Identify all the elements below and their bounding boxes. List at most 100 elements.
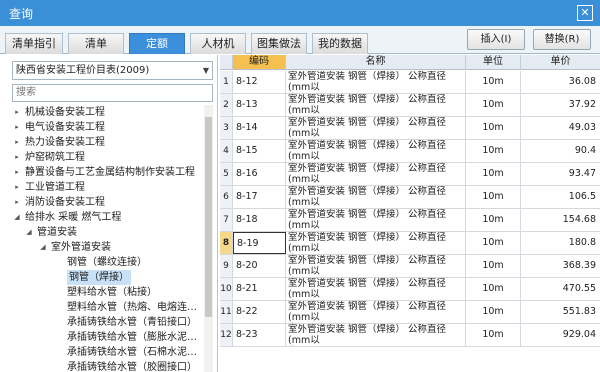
collapsed-arrow-icon[interactable]: ▸ bbox=[12, 165, 22, 180]
price-cell[interactable]: 551.83 bbox=[521, 301, 600, 323]
table-row[interactable]: 38-14室外管道安装 钢管（焊接） 公称直径(mm以内)5010m49.03 bbox=[220, 117, 600, 140]
name-cell[interactable]: 室外管道安装 钢管（焊接） 公称直径(mm以内)32 bbox=[286, 71, 466, 93]
code-cell[interactable]: 8-23 bbox=[233, 324, 286, 346]
header-name[interactable]: 名称 bbox=[286, 55, 466, 70]
tab-list[interactable]: 清单 bbox=[68, 33, 124, 54]
code-cell[interactable]: 8-19 bbox=[233, 232, 286, 254]
collapsed-arrow-icon[interactable]: ▸ bbox=[12, 120, 22, 135]
replace-button[interactable]: 替换(R) bbox=[533, 29, 591, 50]
tree-node[interactable]: ▸ 电气设备安装工程 bbox=[12, 120, 202, 135]
unit-cell[interactable]: 10m bbox=[466, 71, 521, 93]
collapsed-arrow-icon[interactable]: ▸ bbox=[12, 195, 22, 210]
price-cell[interactable]: 154.68 bbox=[521, 209, 600, 231]
expanded-arrow-icon[interactable]: ◢ bbox=[24, 225, 34, 240]
code-cell[interactable]: 8-12 bbox=[233, 71, 286, 93]
header-unit[interactable]: 单位 bbox=[466, 55, 521, 70]
tab-list-guide[interactable]: 清单指引 bbox=[5, 33, 63, 54]
tree-node[interactable]: ▸ 静置设备与工艺金属结构制作安装工程 bbox=[12, 165, 202, 180]
price-cell[interactable]: 93.47 bbox=[521, 163, 600, 185]
unit-cell[interactable]: 10m bbox=[466, 255, 521, 277]
header-unit-price[interactable]: 单价 bbox=[521, 55, 600, 70]
tree-node[interactable]: ▸ 机械设备安装工程 bbox=[12, 105, 202, 120]
tree-node[interactable]: ◢ 室外管道安装 bbox=[12, 240, 202, 255]
close-icon[interactable]: ✕ bbox=[577, 5, 593, 21]
collapsed-arrow-icon[interactable]: ▸ bbox=[12, 105, 22, 120]
tab-atlas-method[interactable]: 图集做法 bbox=[251, 33, 307, 54]
name-cell[interactable]: 室外管道安装 钢管（焊接） 公称直径(mm以内)350 bbox=[286, 324, 466, 346]
insert-button[interactable]: 插入(I) bbox=[467, 29, 525, 50]
tab-my-data[interactable]: 我的数据 bbox=[312, 33, 368, 54]
name-cell[interactable]: 室外管道安装 钢管（焊接） 公称直径(mm以内)65 bbox=[286, 140, 466, 162]
table-row[interactable]: 128-23室外管道安装 钢管（焊接） 公称直径(mm以内)35010m929.… bbox=[220, 324, 600, 347]
price-cell[interactable]: 49.03 bbox=[521, 117, 600, 139]
tab-labor-material-machine[interactable]: 人材机 bbox=[190, 33, 246, 54]
collapsed-arrow-icon[interactable]: ▸ bbox=[12, 135, 22, 150]
tree-node[interactable]: 承插铸铁给水管（膨胀水泥… bbox=[12, 330, 202, 345]
tree-node[interactable]: ▸ 炉窑砌筑工程 bbox=[12, 150, 202, 165]
code-cell[interactable]: 8-22 bbox=[233, 301, 286, 323]
unit-cell[interactable]: 10m bbox=[466, 324, 521, 346]
price-cell[interactable]: 36.08 bbox=[521, 71, 600, 93]
header-code[interactable]: 编码 bbox=[233, 55, 286, 70]
unit-cell[interactable]: 10m bbox=[466, 301, 521, 323]
tree-node[interactable]: 承插铸铁给水管（青铅接口） bbox=[12, 315, 202, 330]
price-cell[interactable]: 368.39 bbox=[521, 255, 600, 277]
unit-cell[interactable]: 10m bbox=[466, 186, 521, 208]
tree-node[interactable]: ▸ 热力设备安装工程 bbox=[12, 135, 202, 150]
price-cell[interactable]: 90.4 bbox=[521, 140, 600, 162]
name-cell[interactable]: 室外管道安装 钢管（焊接） 公称直径(mm以内)250 bbox=[286, 278, 466, 300]
price-cell[interactable]: 180.8 bbox=[521, 232, 600, 254]
code-cell[interactable]: 8-16 bbox=[233, 163, 286, 185]
name-cell[interactable]: 室外管道安装 钢管（焊接） 公称直径(mm以内)300 bbox=[286, 301, 466, 323]
code-cell[interactable]: 8-21 bbox=[233, 278, 286, 300]
name-cell[interactable]: 室外管道安装 钢管（焊接） 公称直径(mm以内)125 bbox=[286, 209, 466, 231]
price-cell[interactable]: 929.04 bbox=[521, 324, 600, 346]
tree-node[interactable]: 塑料给水管（粘接） bbox=[12, 285, 202, 300]
table-row[interactable]: 68-17室外管道安装 钢管（焊接） 公称直径(mm以内)10010m106.5 bbox=[220, 186, 600, 209]
tree-node[interactable]: 承插铸铁给水管（胶圈接口） bbox=[12, 360, 202, 372]
table-row[interactable]: 118-22室外管道安装 钢管（焊接） 公称直径(mm以内)30010m551.… bbox=[220, 301, 600, 324]
tree-node[interactable]: 承插铸铁给水管（石棉水泥… bbox=[12, 345, 202, 360]
table-row[interactable]: 108-21室外管道安装 钢管（焊接） 公称直径(mm以内)25010m470.… bbox=[220, 278, 600, 301]
tree-node[interactable]: ▸ 工业管道工程 bbox=[12, 180, 202, 195]
tree-node[interactable]: 钢管（螺纹连接） bbox=[12, 255, 202, 270]
name-cell[interactable]: 室外管道安装 钢管（焊接） 公称直径(mm以内)50 bbox=[286, 117, 466, 139]
unit-cell[interactable]: 10m bbox=[466, 163, 521, 185]
unit-cell[interactable]: 10m bbox=[466, 232, 521, 254]
expanded-arrow-icon[interactable]: ◢ bbox=[38, 240, 48, 255]
code-cell[interactable]: 8-17 bbox=[233, 186, 286, 208]
table-row[interactable]: 88-19室外管道安装 钢管（焊接） 公称直径(mm以内)15010m180.8 bbox=[220, 232, 600, 255]
table-row[interactable]: 58-16室外管道安装 钢管（焊接） 公称直径(mm以内)8010m93.47 bbox=[220, 163, 600, 186]
table-row[interactable]: 18-12室外管道安装 钢管（焊接） 公称直径(mm以内)3210m36.08 bbox=[220, 71, 600, 94]
name-cell[interactable]: 室外管道安装 钢管（焊接） 公称直径(mm以内)200 bbox=[286, 255, 466, 277]
table-row[interactable]: 78-18室外管道安装 钢管（焊接） 公称直径(mm以内)12510m154.6… bbox=[220, 209, 600, 232]
tree-node[interactable]: ◢ 给排水 采暖 燃气工程 bbox=[12, 210, 202, 225]
price-cell[interactable]: 106.5 bbox=[521, 186, 600, 208]
tree-scrollbar[interactable] bbox=[204, 105, 213, 372]
table-row[interactable]: 48-15室外管道安装 钢管（焊接） 公称直径(mm以内)6510m90.4 bbox=[220, 140, 600, 163]
unit-cell[interactable]: 10m bbox=[466, 117, 521, 139]
table-row[interactable]: 98-20室外管道安装 钢管（焊接） 公称直径(mm以内)20010m368.3… bbox=[220, 255, 600, 278]
tree-node[interactable]: 塑料给水管（热熔、电熔连… bbox=[12, 300, 202, 315]
unit-cell[interactable]: 10m bbox=[466, 140, 521, 162]
collapsed-arrow-icon[interactable]: ▸ bbox=[12, 150, 22, 165]
code-cell[interactable]: 8-14 bbox=[233, 117, 286, 139]
price-cell[interactable]: 37.92 bbox=[521, 94, 600, 116]
tree-node[interactable]: 钢管（焊接） bbox=[12, 270, 202, 285]
code-cell[interactable]: 8-15 bbox=[233, 140, 286, 162]
scrollbar-thumb[interactable] bbox=[205, 117, 212, 317]
collapsed-arrow-icon[interactable]: ▸ bbox=[12, 180, 22, 195]
code-cell[interactable]: 8-20 bbox=[233, 255, 286, 277]
code-cell[interactable]: 8-13 bbox=[233, 94, 286, 116]
name-cell[interactable]: 室外管道安装 钢管（焊接） 公称直径(mm以内)150 bbox=[286, 232, 466, 254]
unit-cell[interactable]: 10m bbox=[466, 278, 521, 300]
expanded-arrow-icon[interactable]: ◢ bbox=[12, 210, 22, 225]
tree-node[interactable]: ▸ 消防设备安装工程 bbox=[12, 195, 202, 210]
price-table-select[interactable]: 陕西省安装工程价目表(2009) ▼ bbox=[12, 61, 213, 80]
name-cell[interactable]: 室外管道安装 钢管（焊接） 公称直径(mm以内)80 bbox=[286, 163, 466, 185]
price-cell[interactable]: 470.55 bbox=[521, 278, 600, 300]
table-row[interactable]: 28-13室外管道安装 钢管（焊接） 公称直径(mm以内)4010m37.92 bbox=[220, 94, 600, 117]
tree-node[interactable]: ◢ 管道安装 bbox=[12, 225, 202, 240]
name-cell[interactable]: 室外管道安装 钢管（焊接） 公称直径(mm以内)100 bbox=[286, 186, 466, 208]
chevron-down-icon[interactable]: ▼ bbox=[203, 62, 209, 79]
